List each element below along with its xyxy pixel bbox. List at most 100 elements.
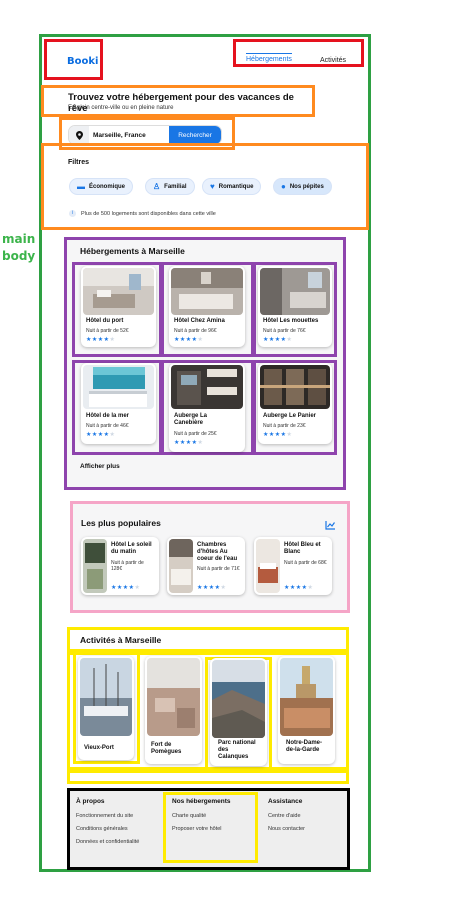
card-photo (260, 268, 330, 315)
hero-subtitle: En plein centre-ville ou en pleine natur… (68, 105, 174, 111)
activity-title: Notre-Dame-de-la-Garde (286, 740, 323, 753)
rating-stars: ★★★★★ (263, 337, 293, 343)
popular-card[interactable]: Hôtel Le soleil du matin Nuit à partir d… (81, 537, 159, 595)
card-photo (171, 365, 243, 409)
activity-card[interactable]: Fort de Pomègues (145, 656, 202, 764)
popular-title: Les plus populaires (81, 518, 161, 528)
footer-heading: Nos hébergements (172, 798, 231, 805)
card-title: Chambres d'hôtes Au coeur de l'eau (197, 542, 238, 562)
footer-link[interactable]: Fonctionnement du site (76, 813, 160, 819)
card-price: Nuit à partir de 68€ (284, 560, 327, 566)
accommodation-card[interactable]: Hôtel Les mouettes Nuit à partir de 76€ … (258, 266, 332, 347)
activity-title: Parc national des Calanques (218, 740, 256, 760)
card-price: Nuit à partir de 71€ (197, 566, 240, 572)
rating-stars: ★★★★★ (174, 337, 204, 343)
card-price: Nuit à partir de 76€ (263, 328, 306, 334)
rating-stars: ★★★★★ (197, 585, 227, 591)
footer-link[interactable]: Centre d'aide (268, 813, 346, 819)
rating-stars: ★★★★★ (86, 337, 116, 343)
footer-link[interactable]: Nous contacter (268, 826, 346, 832)
footer-col-assistance: Assistance Centre d'aide Nous contacter (268, 798, 346, 839)
filter-label: Familial (164, 183, 187, 190)
card-price: Nuit à partir de 23€ (263, 423, 306, 429)
popular-card[interactable]: Chambres d'hôtes Au coeur de l'eau Nuit … (167, 537, 245, 595)
location-icon (69, 126, 89, 144)
card-photo (256, 539, 280, 593)
card-photo (83, 365, 154, 409)
filter-label: Nos pépites (289, 183, 324, 190)
accommodations-title: Hébergements à Marseille (80, 246, 185, 256)
accommodation-card[interactable]: Auberge La Canebière Nuit à partir de 25… (169, 363, 245, 452)
activities-title: Activités à Marseille (80, 635, 162, 645)
card-photo (147, 658, 200, 736)
popular-card[interactable]: Hôtel Bleu et Blanc Nuit à partir de 68€… (254, 537, 332, 595)
filter-label: Économique (89, 183, 126, 190)
activity-title: Vieux-Port (84, 745, 114, 751)
footer-link[interactable]: Conditions générales (76, 826, 160, 832)
side-annotation-label: main body (2, 232, 36, 263)
card-photo (80, 658, 132, 736)
card-title: Auberge Le Panier (263, 413, 317, 419)
activity-card[interactable]: Notre-Dame-de-la-Garde (278, 656, 335, 764)
card-price: Nuit à partir de 52€ (86, 328, 129, 334)
card-title: Hôtel Bleu et Blanc (284, 542, 321, 555)
search-bar: Rechercher (68, 125, 222, 145)
card-price: Nuit à partir de 46€ (86, 423, 129, 429)
card-price: Nuit à partir de 25€ (174, 431, 217, 437)
rating-stars: ★★★★★ (174, 440, 204, 446)
card-photo (280, 658, 333, 736)
card-photo (212, 660, 265, 738)
logo[interactable]: Booki (67, 56, 98, 67)
footer-heading: Assistance (268, 798, 303, 805)
accommodation-card[interactable]: Auberge Le Panier Nuit à partir de 23€ ★… (258, 363, 332, 444)
show-more-link[interactable]: Afficher plus (80, 463, 120, 470)
money-icon: ▬ (77, 181, 85, 191)
logo-frame: Booki (44, 39, 103, 80)
popular-section: Les plus populaires Hôtel Le soleil du m… (70, 501, 350, 613)
activity-card[interactable]: Parc national des Calanques (210, 658, 267, 766)
filter-nos-pepites[interactable]: ● Nos pépites (273, 178, 332, 195)
hero-frame: Trouvez votre hébergement pour des vacan… (41, 85, 315, 117)
footer-link[interactable]: Charte qualité (172, 813, 256, 819)
gem-icon: ● (281, 181, 286, 191)
info-icon: i (69, 210, 76, 217)
card-price: Nuit à partir de 128€ (111, 560, 144, 572)
activity-card[interactable]: Vieux-Port (78, 656, 134, 760)
nav-link-activites[interactable]: Activités (320, 57, 346, 64)
footer-heading: À propos (76, 798, 105, 805)
search-button[interactable]: Rechercher (169, 126, 221, 144)
card-title: Hôtel du port (86, 318, 124, 324)
filters-title: Filtres (68, 159, 90, 166)
accommodation-card[interactable]: Hôtel Chez Amina Nuit à partir de 96€ ★★… (169, 266, 245, 347)
card-photo (260, 365, 330, 409)
card-title: Hôtel Le soleil du matin (111, 542, 152, 555)
card-photo (171, 268, 243, 315)
filters-info-text: Plus de 500 logements sont disponibles d… (81, 210, 216, 217)
filter-familial[interactable]: ♙ Familial (145, 178, 195, 195)
card-photo (169, 539, 193, 593)
footer-col-hebergements: Nos hébergements Charte qualité Proposer… (172, 798, 256, 839)
accommodation-card[interactable]: Hôtel de la mer Nuit à partir de 46€ ★★★… (81, 363, 156, 444)
activities-bottom-frame (67, 770, 349, 784)
rating-stars: ★★★★★ (284, 585, 314, 591)
accommodation-card[interactable]: Hôtel du port Nuit à partir de 52€ ★★★★★ (81, 266, 156, 347)
card-title: Hôtel Les mouettes (263, 318, 319, 324)
filter-economique[interactable]: ▬ Économique (69, 178, 134, 195)
child-icon: ♙ (153, 181, 161, 191)
activity-title: Fort de Pomègues (151, 742, 182, 755)
filters-frame: Filtres ▬ Économique ♙ Familial ♥ Romantiqu… (41, 143, 369, 230)
rating-stars: ★★★★★ (111, 585, 141, 591)
search-input[interactable] (93, 128, 165, 142)
card-title: Auberge La Canebière (174, 413, 208, 426)
footer-link[interactable]: Proposer votre hôtel (172, 826, 256, 832)
trend-chart-icon (325, 517, 335, 535)
main-nav: Hébergements Activités (233, 39, 364, 67)
card-photo (83, 539, 107, 593)
heart-icon: ♥ (210, 181, 215, 191)
filter-romantique[interactable]: ♥ Romantique (202, 178, 262, 195)
card-price: Nuit à partir de 96€ (174, 328, 217, 334)
footer-col-about: À propos Fonctionnement du site Conditio… (76, 798, 160, 852)
nav-link-hebergements[interactable]: Hébergements (246, 53, 292, 63)
footer-link[interactable]: Données et confidentialité (76, 839, 160, 845)
activities-title-frame: Activités à Marseille (67, 627, 349, 652)
